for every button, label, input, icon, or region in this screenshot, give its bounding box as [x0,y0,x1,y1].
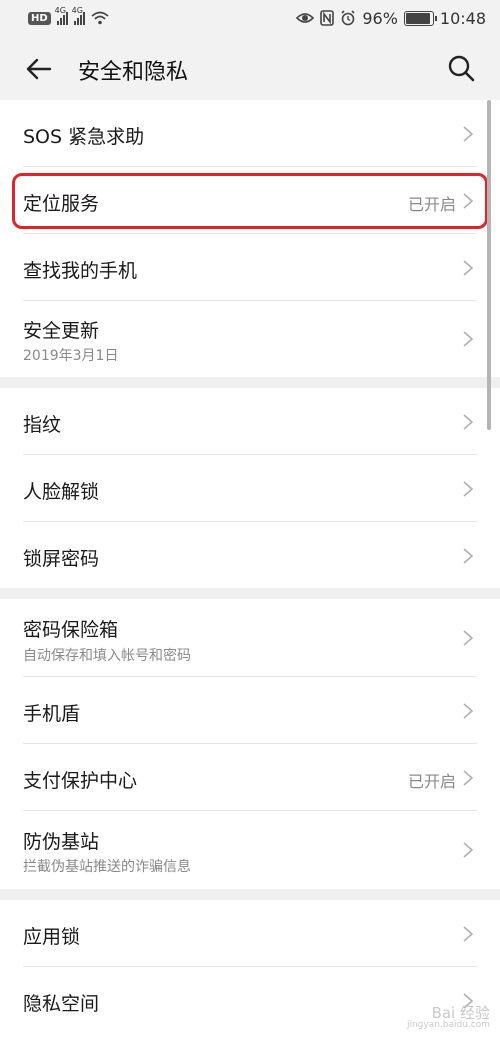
row-label: 支付保护中心 [23,770,138,792]
watermark-url: jingyan.baidu.com [406,1020,490,1031]
row-sos[interactable]: SOS 紧急求助 [0,100,500,167]
sim2-signal-icon: 4G [72,6,85,25]
sim1-label: 4G [54,6,66,15]
battery-icon [403,10,437,26]
chevron-right-icon [463,703,474,719]
row-label: 查找我的手机 [23,260,138,282]
row-subtitle: 2019年3月1日 [23,348,119,364]
watermark-text: Bai 经验 [431,1003,490,1022]
chevron-right-icon [463,842,474,858]
chevron-right-icon [463,260,474,276]
highlight-box [12,173,488,229]
nfc-icon [320,10,335,26]
chevron-right-icon [463,770,474,786]
row-subtitle: 自动保存和填入帐号和密码 [23,648,191,664]
battery-percent: 96% [362,8,398,28]
row-label: 手机盾 [23,703,81,725]
row-security-update[interactable]: 安全更新 2019年3月1日 [0,301,500,377]
chevron-right-icon [463,548,474,564]
row-label: 隐私空间 [23,993,100,1015]
status-value: 已开启 [407,772,456,791]
chevron-right-icon [463,926,474,942]
row-fingerprint[interactable]: 指纹 [0,388,500,455]
chevron-right-icon [463,126,474,142]
row-label: 锁屏密码 [23,548,100,570]
title-bar: 安全和隐私 [0,36,500,100]
chevron-right-icon [463,331,474,347]
chevron-right-icon [463,630,474,646]
row-label: 人脸解锁 [23,481,100,503]
sim2-label: 4G [71,6,83,15]
row-app-lock[interactable]: 应用锁 [0,900,500,967]
eye-comfort-icon [296,13,315,23]
row-phone-shield[interactable]: 手机盾 [0,677,500,744]
hd-badge: HD [28,11,51,25]
row-label: 密码保险箱 [23,619,119,641]
page-title: 安全和隐私 [78,60,189,85]
row-fake-base-station[interactable]: 防伪基站 拦截伪基站推送的诈骗信息 [0,811,500,889]
back-arrow-icon[interactable] [24,54,54,84]
chevron-right-icon [463,414,474,430]
row-lock-screen-password[interactable]: 锁屏密码 [0,522,500,588]
row-payment-protection[interactable]: 支付保护中心 已开启 [0,744,500,811]
row-label: 应用锁 [23,926,81,948]
status-bar: HD 4G 4G 96% 10:48 [0,0,500,36]
row-label: 指纹 [23,414,62,436]
alarm-icon [341,10,355,26]
row-label: 安全更新 [23,320,100,342]
clock: 10:48 [439,8,486,28]
row-subtitle: 拦截伪基站推送的诈骗信息 [23,859,191,875]
scrollbar[interactable] [487,100,491,430]
search-icon[interactable] [447,54,475,82]
row-face-unlock[interactable]: 人脸解锁 [0,455,500,522]
row-password-vault[interactable]: 密码保险箱 自动保存和填入帐号和密码 [0,599,500,677]
wifi-icon [91,11,109,25]
chevron-right-icon [463,481,474,497]
watermark: Bai 经验 jingyan.baidu.com [406,1003,490,1031]
row-label: SOS 紧急求助 [23,126,145,148]
row-find-my-phone[interactable]: 查找我的手机 [0,234,500,301]
row-label: 防伪基站 [23,831,100,853]
sim1-signal-icon: 4G [55,6,68,25]
